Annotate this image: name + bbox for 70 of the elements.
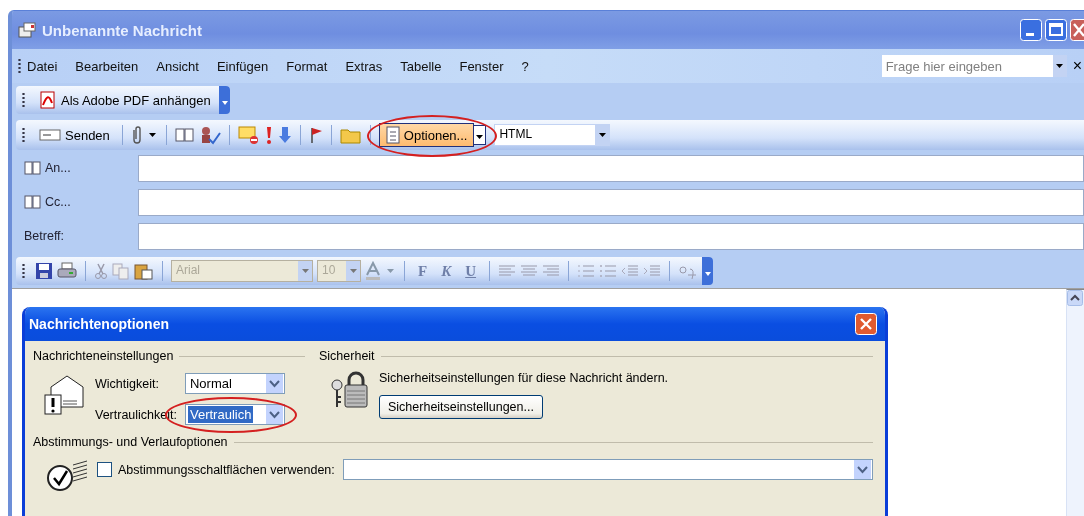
envelope-icon: [18, 22, 36, 38]
maximize-icon[interactable]: [1045, 19, 1067, 41]
input-field[interactable]: [138, 188, 1084, 216]
address-book-icon[interactable]: [24, 161, 42, 175]
scroll-up-icon[interactable]: [1067, 290, 1083, 306]
dropdown-arrow-icon[interactable]: [146, 133, 158, 137]
selected-value: Vertraulich: [188, 406, 254, 423]
menu-item[interactable]: ?: [521, 58, 529, 74]
field-label: Wichtigkeit:: [95, 376, 160, 391]
document-icon: [385, 126, 400, 144]
paste-icon[interactable]: [134, 262, 154, 280]
menu-item[interactable]: Tabelle: [400, 58, 442, 74]
window-title: Unbenannte Nachricht: [42, 21, 203, 39]
save-icon[interactable]: [35, 262, 53, 280]
format-select[interactable]: HTML: [494, 124, 611, 146]
flag-icon[interactable]: [308, 126, 323, 144]
group-heading: Nachrichteneinstellungen: [33, 349, 174, 363]
down-arrow-icon[interactable]: [277, 125, 292, 145]
toolbar-options-icon[interactable]: [702, 257, 714, 285]
selected-value: Normal: [189, 375, 233, 392]
message-body[interactable]: [12, 288, 1084, 516]
dropdown-field[interactable]: Vertraulich: [185, 404, 285, 425]
group-heading: Sicherheit: [319, 349, 375, 363]
input-field[interactable]: [138, 154, 1084, 182]
recipient-button[interactable]: Cc...: [45, 195, 71, 209]
dropdown-arrow-icon[interactable]: [1056, 64, 1064, 68]
envelope-exclamation-icon: [43, 373, 85, 415]
dropdown-arrow-icon: [476, 135, 484, 139]
font-color-icon[interactable]: [365, 261, 381, 281]
security-settings-button[interactable]: Sicherheitseinstellungen...: [379, 395, 543, 419]
menu-item[interactable]: Format: [286, 58, 328, 74]
cut-icon[interactable]: [94, 262, 108, 280]
chevron-down-icon[interactable]: [854, 460, 871, 479]
scrollbar[interactable]: [1066, 289, 1084, 516]
menu-item[interactable]: Bearbeiten: [75, 58, 139, 74]
pdf-icon: [39, 91, 57, 109]
recipient-button[interactable]: An...: [45, 161, 71, 175]
options-button[interactable]: Optionen...: [378, 123, 475, 147]
print-icon[interactable]: [57, 262, 77, 280]
close-help-button[interactable]: ×: [1072, 57, 1082, 75]
send-button[interactable]: Senden: [35, 125, 114, 145]
group-heading: Abstimmungs- und Verlaufoptionen: [33, 435, 228, 449]
input-field[interactable]: [138, 222, 1084, 250]
help-search-field[interactable]: Frage hier eingeben: [881, 55, 1067, 77]
vote-option-checkbox[interactable]: Abstimmungsschaltflächen verwenden:: [97, 462, 335, 477]
menu-item[interactable]: Ansicht: [156, 58, 199, 74]
security-description: Sicherheitseinstellungen für diese Nachricht ändern.: [379, 371, 669, 385]
padlock-icon: [329, 371, 369, 411]
dropdown-arrow-icon[interactable]: [598, 133, 606, 137]
dropdown-field[interactable]: [342, 459, 873, 480]
menu-item[interactable]: Datei: [27, 58, 58, 74]
close-icon[interactable]: [1070, 19, 1084, 41]
checkmark-ballot-icon: [45, 459, 89, 493]
menu-item[interactable]: Einfügen: [216, 58, 269, 74]
field-label: Betreff:: [24, 229, 65, 243]
paperclip-icon[interactable]: [130, 125, 143, 145]
envelope-icon[interactable]: [237, 125, 260, 145]
chevron-down-icon[interactable]: [266, 374, 283, 393]
minimize-icon[interactable]: [1020, 19, 1042, 41]
dropdown-field[interactable]: Normal: [185, 373, 285, 394]
address-book-icon[interactable]: [24, 195, 42, 209]
close-icon[interactable]: [855, 313, 877, 335]
dropdown-arrow-button[interactable]: [474, 125, 487, 145]
dialog-title: Nachrichtenoptionen: [29, 316, 169, 332]
send-icon: [39, 129, 61, 141]
address-book-icon[interactable]: [174, 127, 195, 143]
menu-item[interactable]: Extras: [345, 58, 383, 74]
toolbar-options-icon[interactable]: [218, 86, 230, 114]
menu-item[interactable]: Fenster: [459, 58, 504, 74]
chevron-down-icon[interactable]: [266, 405, 283, 424]
